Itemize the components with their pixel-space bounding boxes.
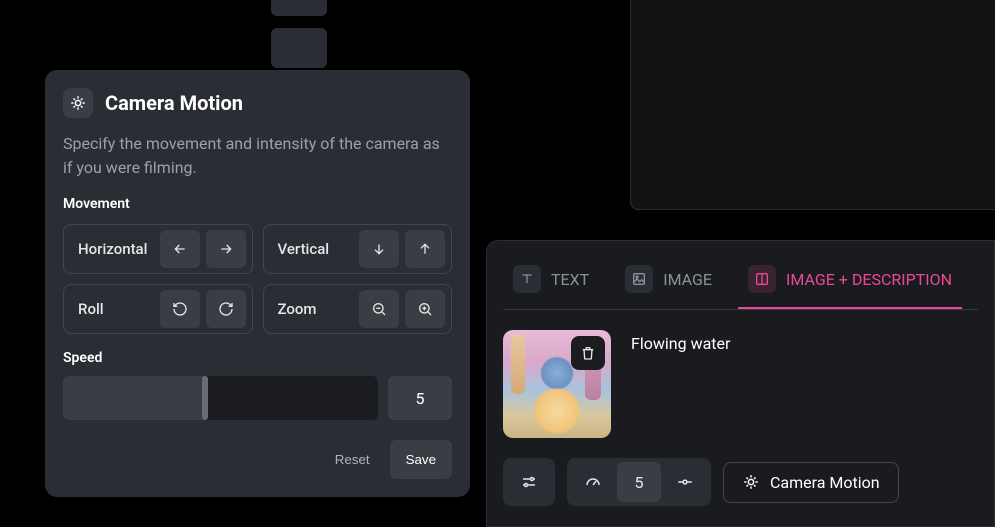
tab-text[interactable]: TEXT bbox=[503, 257, 599, 309]
thumbnail[interactable] bbox=[503, 330, 611, 438]
text-icon bbox=[513, 265, 541, 293]
camera-motion-title: Camera Motion bbox=[105, 91, 243, 115]
arrow-up-icon bbox=[417, 241, 433, 257]
movement-roll-label: Roll bbox=[78, 300, 160, 318]
content-row: Flowing water bbox=[503, 330, 978, 438]
speed-node-button[interactable] bbox=[663, 462, 707, 502]
roll-cw-button[interactable] bbox=[206, 290, 246, 328]
speed-value: 5 bbox=[388, 376, 452, 420]
node-icon bbox=[676, 473, 694, 491]
camera-motion-icon bbox=[63, 88, 93, 118]
rotate-cw-icon bbox=[218, 301, 234, 317]
speed-slider-thumb[interactable] bbox=[202, 376, 208, 420]
connector-block bbox=[271, 28, 327, 68]
camera-motion-small-icon bbox=[742, 473, 760, 491]
tab-image-description[interactable]: IMAGE + DESCRIPTION bbox=[738, 257, 962, 309]
zoom-out-icon bbox=[371, 301, 387, 317]
vertical-down-button[interactable] bbox=[359, 230, 399, 268]
speed-slider-fill bbox=[63, 376, 205, 420]
speed-slider[interactable] bbox=[63, 376, 378, 420]
tab-text-label: TEXT bbox=[551, 270, 589, 289]
settings-group bbox=[503, 458, 555, 506]
tab-image[interactable]: IMAGE bbox=[615, 257, 722, 309]
speed-readout: 5 bbox=[617, 462, 661, 502]
save-button[interactable]: Save bbox=[390, 440, 452, 479]
movement-label: Movement bbox=[63, 196, 452, 212]
speed-control-group: 5 bbox=[567, 458, 711, 506]
tab-image-description-label: IMAGE + DESCRIPTION bbox=[786, 270, 952, 289]
zoom-out-button[interactable] bbox=[359, 290, 399, 328]
description-text[interactable]: Flowing water bbox=[631, 330, 730, 438]
settings-button[interactable] bbox=[507, 462, 551, 502]
camera-motion-description: Specify the movement and intensity of th… bbox=[63, 132, 452, 180]
movement-zoom-label: Zoom bbox=[278, 300, 360, 318]
tab-image-label: IMAGE bbox=[663, 270, 712, 289]
movement-roll: Roll bbox=[63, 284, 253, 334]
sliders-icon bbox=[520, 473, 538, 491]
roll-ccw-button[interactable] bbox=[160, 290, 200, 328]
right-panel: TEXT IMAGE IMAGE + DESCRIPTION Flowing w… bbox=[486, 240, 995, 527]
tabs: TEXT IMAGE IMAGE + DESCRIPTION bbox=[503, 257, 978, 310]
camera-motion-panel: Camera Motion Specify the movement and i… bbox=[45, 70, 470, 497]
arrow-left-icon bbox=[172, 241, 188, 257]
movement-horizontal: Horizontal bbox=[63, 224, 253, 274]
camera-motion-header: Camera Motion bbox=[63, 88, 452, 118]
vertical-up-button[interactable] bbox=[405, 230, 445, 268]
image-icon bbox=[625, 265, 653, 293]
speed-gauge-button[interactable] bbox=[571, 462, 615, 502]
image-description-icon bbox=[748, 265, 776, 293]
horizontal-left-button[interactable] bbox=[160, 230, 200, 268]
movement-grid: Horizontal Vertical Ro bbox=[63, 224, 452, 334]
controls-row: 5 Camera Motion bbox=[503, 458, 978, 506]
speed-label: Speed bbox=[63, 350, 452, 366]
arrow-down-icon bbox=[371, 241, 387, 257]
delete-thumbnail-button[interactable] bbox=[571, 336, 605, 370]
preview-panel bbox=[630, 0, 995, 210]
gauge-icon bbox=[584, 473, 602, 491]
horizontal-right-button[interactable] bbox=[206, 230, 246, 268]
camera-motion-button-label: Camera Motion bbox=[770, 473, 880, 492]
trash-icon bbox=[580, 345, 596, 361]
movement-zoom: Zoom bbox=[263, 284, 453, 334]
rotate-ccw-icon bbox=[172, 301, 188, 317]
zoom-in-icon bbox=[417, 301, 433, 317]
zoom-in-button[interactable] bbox=[405, 290, 445, 328]
movement-vertical-label: Vertical bbox=[278, 240, 360, 258]
arrow-right-icon bbox=[218, 241, 234, 257]
connector-block bbox=[271, 0, 327, 16]
movement-vertical: Vertical bbox=[263, 224, 453, 274]
camera-motion-button[interactable]: Camera Motion bbox=[723, 462, 899, 503]
reset-button[interactable]: Reset bbox=[329, 442, 376, 477]
movement-horizontal-label: Horizontal bbox=[78, 240, 160, 258]
